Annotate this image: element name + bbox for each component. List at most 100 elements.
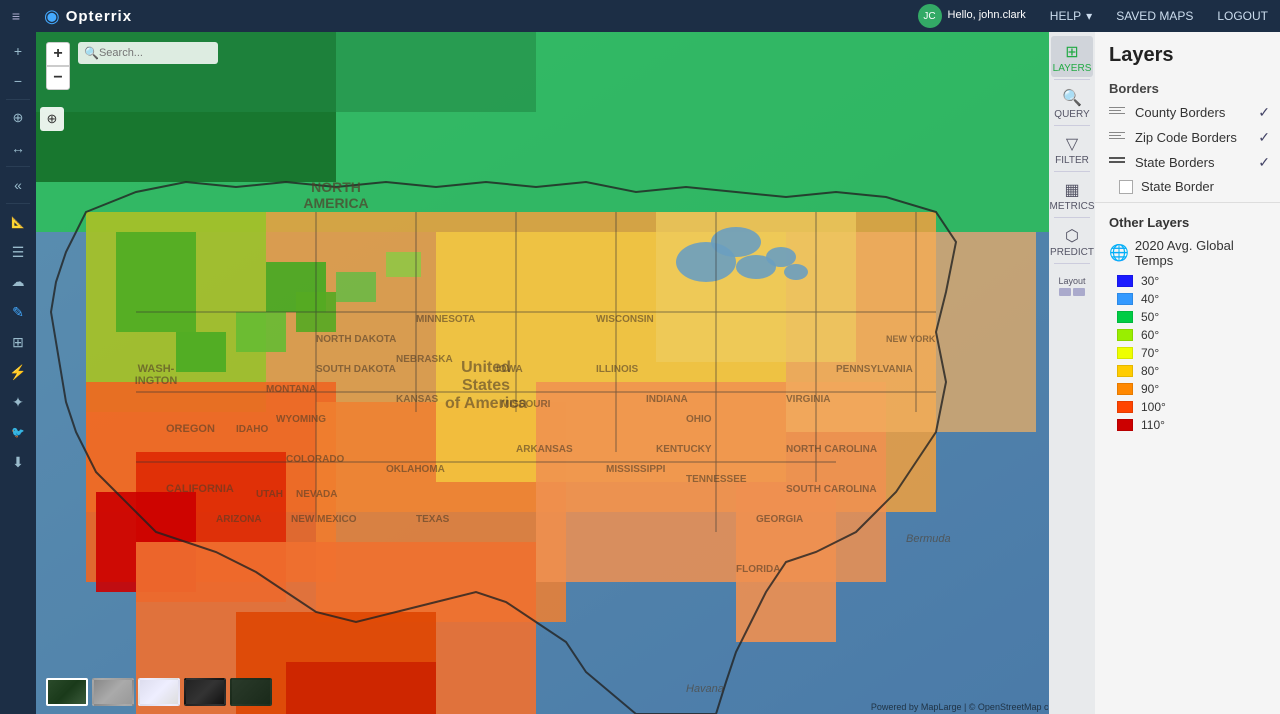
- twitter-button[interactable]: 🐦: [2, 418, 34, 446]
- query-toolbar-button[interactable]: 🔍 QUERY: [1051, 82, 1093, 123]
- svg-text:KANSAS: KANSAS: [396, 394, 439, 405]
- zip-code-borders-item[interactable]: Zip Code Borders ✓: [1095, 125, 1280, 150]
- layers-list-button[interactable]: ☰: [2, 238, 34, 266]
- filter-toolbar-button[interactable]: ▽ FILTER: [1051, 128, 1093, 169]
- metrics-toolbar-icon: ▦: [1064, 180, 1079, 200]
- globe-icon: 🌐: [1109, 243, 1129, 263]
- saved-maps-label: SAVED MAPS: [1116, 9, 1193, 23]
- predict-toolbar-button[interactable]: ⬡ PREDICT: [1051, 220, 1093, 261]
- svg-text:WYOMING: WYOMING: [276, 414, 326, 425]
- zoom-out-button[interactable]: −: [2, 67, 34, 95]
- thumbnail-light[interactable]: [138, 678, 180, 706]
- svg-text:NORTH: NORTH: [311, 179, 361, 195]
- metrics-toolbar-button[interactable]: ▦ METRICS: [1051, 174, 1093, 215]
- identify-button[interactable]: ⊕: [2, 104, 34, 132]
- svg-text:FLORIDA: FLORIDA: [736, 564, 780, 575]
- legend-label-40: 40°: [1141, 292, 1159, 306]
- svg-text:MONTANA: MONTANA: [266, 384, 316, 395]
- svg-text:ARIZONA: ARIZONA: [216, 514, 262, 525]
- toolbar-sep-1: [1054, 79, 1090, 80]
- county-borders-item[interactable]: County Borders ✓: [1095, 100, 1280, 125]
- layout-toolbar-label: Layout: [1058, 276, 1085, 286]
- global-temps-layer-item[interactable]: 🌐 2020 Avg. Global Temps: [1095, 234, 1280, 272]
- legend-item-30: 30°: [1095, 272, 1280, 290]
- legend-swatch-60: [1117, 329, 1133, 341]
- previous-button[interactable]: «: [2, 171, 34, 199]
- pan-button[interactable]: ↔: [2, 134, 34, 162]
- legend-swatch-70: [1117, 347, 1133, 359]
- toolbar-separator-3: [6, 203, 30, 204]
- ruler-button[interactable]: 📐: [2, 208, 34, 236]
- map-area[interactable]: NORTH AMERICA United States of America W…: [36, 32, 1095, 714]
- filter-toolbar-label: FILTER: [1055, 155, 1089, 166]
- logo-text: Opterrix: [66, 8, 132, 25]
- left-toolbar: + − ⊕ ↔ « 📐 ☰ ☁ ✎ ⊞ ⚡ ✦ 🐦 ⬇: [0, 32, 36, 714]
- search-icon: 🔍: [84, 46, 99, 60]
- svg-text:NORTH CAROLINA: NORTH CAROLINA: [786, 444, 877, 455]
- svg-text:TENNESSEE: TENNESSEE: [686, 474, 747, 485]
- legend-label-60: 60°: [1141, 328, 1159, 342]
- map-background: NORTH AMERICA United States of America W…: [36, 32, 1095, 714]
- svg-text:GEORGIA: GEORGIA: [756, 514, 803, 525]
- legend-item-70: 70°: [1095, 344, 1280, 362]
- svg-text:Bermuda: Bermuda: [906, 533, 951, 545]
- user-greeting: Hello, john.clark: [948, 9, 1026, 22]
- state-border-checkbox[interactable]: [1119, 180, 1133, 194]
- legend-item-90: 90°: [1095, 380, 1280, 398]
- legend-label-110: 110°: [1141, 418, 1165, 432]
- legend-label-50: 50°: [1141, 310, 1159, 324]
- grid-button[interactable]: ⊞: [2, 328, 34, 356]
- thumbnail-topo[interactable]: [230, 678, 272, 706]
- saved-maps-button[interactable]: SAVED MAPS: [1104, 0, 1205, 32]
- lightning-button[interactable]: ⚡: [2, 358, 34, 386]
- svg-text:KENTUCKY: KENTUCKY: [656, 444, 712, 455]
- svg-text:AMERICA: AMERICA: [303, 195, 368, 211]
- state-borders-item[interactable]: State Borders ✓: [1095, 150, 1280, 175]
- svg-text:IOWA: IOWA: [496, 364, 523, 375]
- legend-label-100: 100°: [1141, 400, 1166, 414]
- query-toolbar-label: QUERY: [1054, 109, 1089, 120]
- toolbar-sep-3: [1054, 171, 1090, 172]
- thumbnail-dark[interactable]: [184, 678, 226, 706]
- borders-section-title: Borders: [1095, 75, 1280, 100]
- zoom-out-map-button[interactable]: −: [46, 66, 70, 90]
- map-search-input[interactable]: [99, 47, 209, 59]
- legend-item-110: 110°: [1095, 416, 1280, 434]
- layers-toolbar-label: LAYERS: [1053, 63, 1092, 74]
- svg-text:COLORADO: COLORADO: [286, 454, 345, 465]
- toolbar-separator-1: [6, 99, 30, 100]
- other-layers-header: Other Layers: [1095, 207, 1280, 234]
- svg-text:ILLINOIS: ILLINOIS: [596, 364, 639, 375]
- help-menu[interactable]: HELP ▾: [1038, 0, 1104, 32]
- toolbar-sep-5: [1054, 263, 1090, 264]
- user-avatar: JC: [918, 4, 942, 28]
- layers-panel: Layers Borders County Borders ✓ Zip Code…: [1095, 32, 1280, 714]
- layers-panel-title: Layers: [1095, 32, 1280, 75]
- thumbnail-satellite[interactable]: [46, 678, 88, 706]
- legend-label-30: 30°: [1141, 274, 1159, 288]
- zoom-in-button[interactable]: +: [2, 37, 34, 65]
- state-borders-label: State Borders: [1135, 155, 1258, 170]
- svg-text:MISSISSIPPI: MISSISSIPPI: [606, 464, 666, 475]
- star-button[interactable]: ✦: [2, 388, 34, 416]
- weather-button[interactable]: ☁: [2, 268, 34, 296]
- layout-toolbar-button[interactable]: Layout: [1051, 270, 1093, 299]
- identify-map-button[interactable]: ⊕: [40, 107, 64, 131]
- svg-text:VIRGINIA: VIRGINIA: [786, 394, 830, 405]
- zoom-in-map-button[interactable]: +: [46, 42, 70, 66]
- toolbar-sep-4: [1054, 217, 1090, 218]
- state-border-checkbox-item[interactable]: State Border: [1095, 175, 1280, 198]
- download-button[interactable]: ⬇: [2, 448, 34, 476]
- thumbnail-gray[interactable]: [92, 678, 134, 706]
- map-search-box[interactable]: 🔍: [78, 42, 218, 64]
- nav-expand-button[interactable]: ≡: [0, 0, 32, 32]
- layers-toolbar-button[interactable]: ⊞ LAYERS: [1051, 36, 1093, 77]
- zip-code-borders-icon: [1109, 132, 1129, 144]
- legend-swatch-110: [1117, 419, 1133, 431]
- legend-item-50: 50°: [1095, 308, 1280, 326]
- legend-item-40: 40°: [1095, 290, 1280, 308]
- svg-text:NEBRASKA: NEBRASKA: [396, 354, 453, 365]
- logout-button[interactable]: LOGOUT: [1205, 0, 1280, 32]
- draw-button[interactable]: ✎: [2, 298, 34, 326]
- county-borders-checkmark: ✓: [1258, 104, 1270, 121]
